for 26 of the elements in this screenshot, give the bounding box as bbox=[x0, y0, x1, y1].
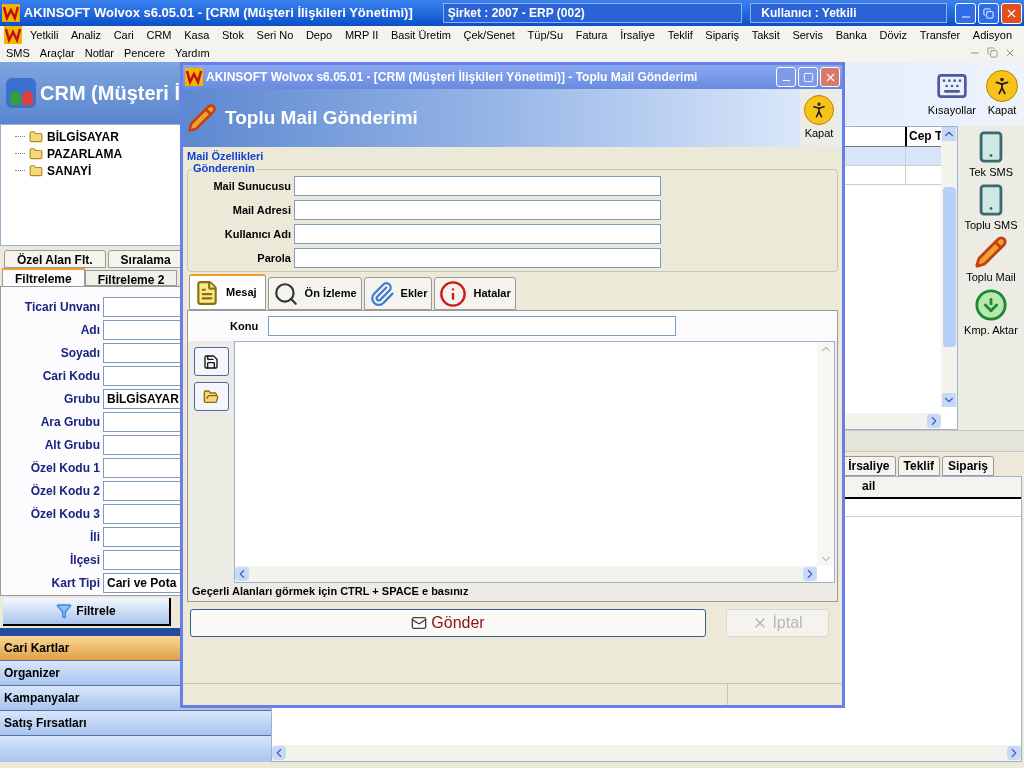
window-title: AKINSOFT Wolvox s6.05.01 - [CRM (Müşteri İlişkileri Yönetimi)] bbox=[23, 4, 414, 23]
field-label: Adı bbox=[79, 322, 100, 339]
field-label: Alt Grubu bbox=[43, 437, 100, 454]
field-label: Özel Kodu 2 bbox=[29, 483, 100, 500]
field-label: Mail Adresi bbox=[231, 202, 291, 218]
dialog-heading: Toplu Mail Gönderimi bbox=[225, 105, 418, 130]
group-title: Gönderenin bbox=[192, 161, 256, 175]
field-label: İlçesi bbox=[68, 552, 100, 569]
field-label: Ara Grubu bbox=[39, 414, 100, 431]
group-title: Mail Özellikleri bbox=[187, 149, 264, 163]
user-field: Kullanıcı : Yetkili bbox=[750, 3, 947, 23]
field-label: Soyadı bbox=[59, 345, 100, 362]
field-label: Özel Kodu 1 bbox=[29, 460, 100, 477]
company-field: Şirket : 2007 - ERP (002) bbox=[442, 3, 743, 23]
field-label: Kart Tipi bbox=[50, 575, 100, 592]
field-label: Kullanıcı Adı bbox=[223, 226, 291, 242]
field-label: Parola bbox=[256, 250, 291, 266]
module-title: CRM (Müşteri İ bbox=[40, 81, 180, 106]
field-label: Grubu bbox=[63, 391, 100, 408]
field-label: Cari Kodu bbox=[41, 368, 100, 385]
field-label: Mail Sunucusu bbox=[212, 178, 291, 194]
field-label: Özel Kodu 3 bbox=[29, 506, 100, 523]
dialog-title: AKINSOFT Wolvox s6.05.01 - [CRM (Müşteri İlişkileri Yönetimi)] - Toplu Mail Gönderimi bbox=[206, 69, 698, 86]
field-label: Ticari Unvanı bbox=[23, 299, 100, 316]
field-label: Konu bbox=[230, 318, 259, 334]
field-label: İli bbox=[89, 529, 100, 546]
